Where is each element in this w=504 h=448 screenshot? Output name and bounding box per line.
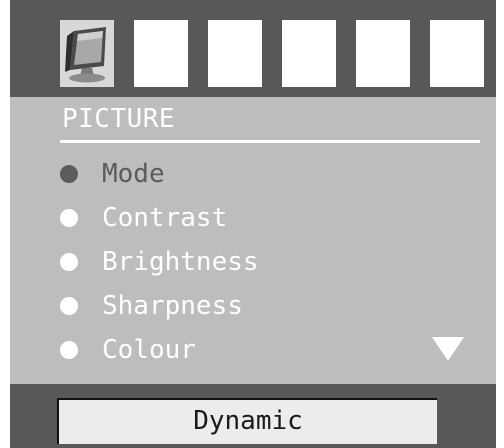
tab-6[interactable] bbox=[430, 20, 484, 87]
picture-menu-panel: PICTURE Mode Contrast Brightness Sharpne… bbox=[10, 97, 496, 384]
menu-tab-bar bbox=[10, 0, 496, 97]
tab-5[interactable] bbox=[356, 20, 410, 87]
mode-value-text: Dynamic bbox=[193, 406, 303, 436]
menu-item-label: Sharpness bbox=[102, 291, 243, 321]
tab-3[interactable] bbox=[208, 20, 262, 87]
bullet-icon bbox=[60, 165, 78, 183]
down-triangle-icon[interactable] bbox=[432, 337, 464, 361]
page-title: PICTURE bbox=[62, 104, 176, 134]
menu-list: Mode Contrast Brightness Sharpness Colou… bbox=[10, 153, 496, 373]
menu-item-brightness[interactable]: Brightness bbox=[10, 241, 496, 285]
tab-4[interactable] bbox=[282, 20, 336, 87]
monitor-icon bbox=[65, 27, 106, 83]
bullet-icon bbox=[60, 209, 78, 227]
tab-picture[interactable] bbox=[60, 20, 114, 87]
bullet-icon bbox=[60, 297, 78, 315]
menu-item-sharpness[interactable]: Sharpness bbox=[10, 285, 496, 329]
bullet-icon bbox=[60, 253, 78, 271]
menu-item-label: Colour bbox=[102, 335, 196, 365]
tab-2[interactable] bbox=[134, 20, 188, 87]
menu-item-label: Contrast bbox=[102, 203, 228, 233]
title-divider bbox=[60, 140, 480, 143]
menu-item-label: Brightness bbox=[102, 247, 259, 277]
menu-item-contrast[interactable]: Contrast bbox=[10, 197, 496, 241]
menu-item-colour[interactable]: Colour bbox=[10, 329, 496, 373]
bullet-icon bbox=[60, 341, 78, 359]
menu-item-mode[interactable]: Mode bbox=[10, 153, 496, 197]
mode-value-display[interactable]: Dynamic bbox=[57, 398, 437, 444]
osd-menu: PICTURE Mode Contrast Brightness Sharpne… bbox=[10, 0, 496, 448]
menu-item-label: Mode bbox=[102, 159, 165, 189]
